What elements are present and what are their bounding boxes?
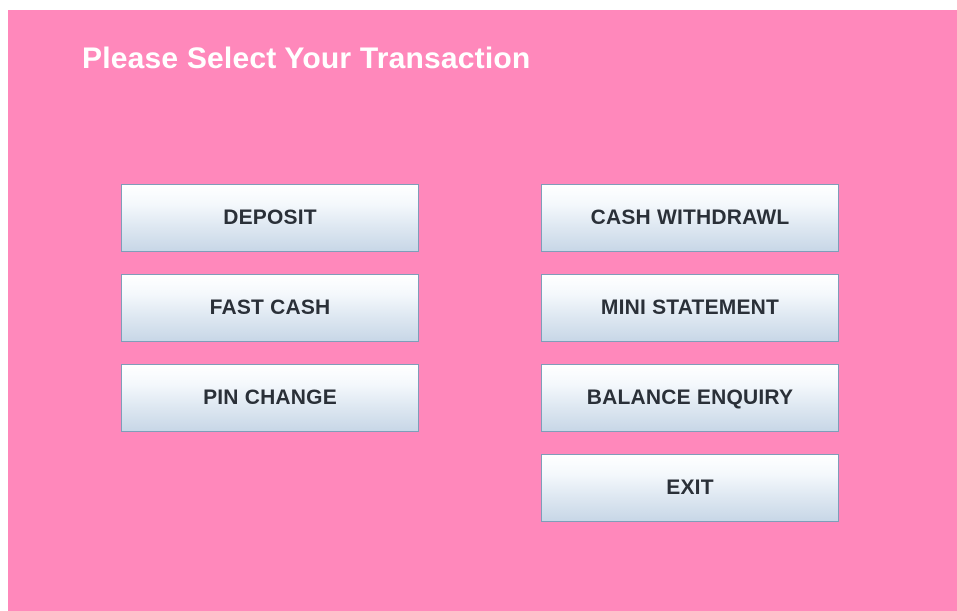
fast-cash-button[interactable]: FAST CASH <box>121 274 419 342</box>
pin-change-button[interactable]: PIN CHANGE <box>121 364 419 432</box>
cash-withdrawl-button[interactable]: CASH WITHDRAWL <box>541 184 839 252</box>
mini-statement-button[interactable]: MINI STATEMENT <box>541 274 839 342</box>
deposit-button[interactable]: DEPOSIT <box>121 184 419 252</box>
page-title: Please Select Your Transaction <box>82 42 531 75</box>
exit-button[interactable]: EXIT <box>541 454 839 522</box>
transaction-panel: Please Select Your Transaction DEPOSIT C… <box>8 10 957 611</box>
balance-enquiry-button[interactable]: BALANCE ENQUIRY <box>541 364 839 432</box>
